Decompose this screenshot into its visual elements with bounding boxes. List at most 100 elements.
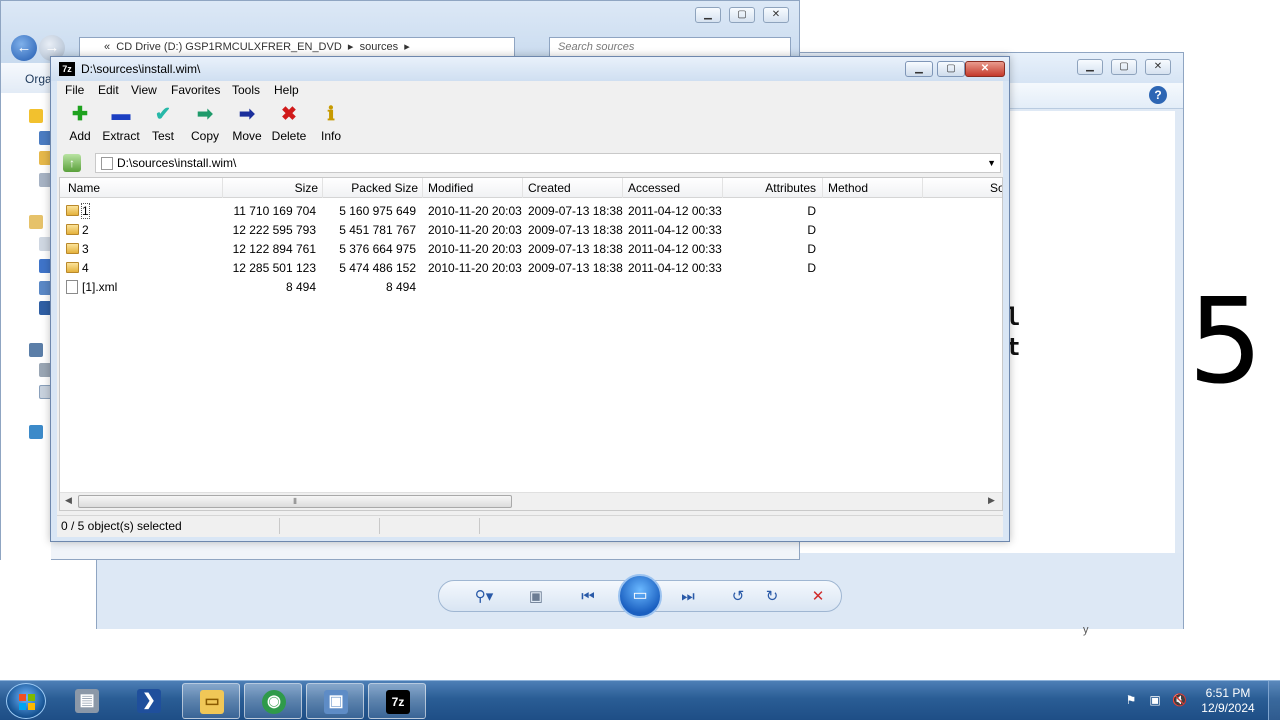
show-desktop-button[interactable] (1268, 681, 1280, 720)
column-solid[interactable]: So (990, 181, 1002, 195)
chevron-down-icon[interactable]: ▼ (987, 158, 996, 168)
table-row[interactable]: 1 11 710 169 704 5 160 975 649 2010-11-2… (60, 202, 1002, 221)
explorer-minimize-button[interactable]: ▁ (695, 7, 721, 23)
scroll-thumb[interactable]: ⦀ (78, 495, 512, 508)
table-row[interactable]: 4 12 285 501 123 5 474 486 152 2010-11-2… (60, 259, 1002, 278)
folder-icon: ▭ (200, 690, 224, 714)
minimize-button[interactable]: ▁ (905, 61, 933, 77)
action-center-flag-icon[interactable]: ⚑ (1124, 693, 1138, 707)
network-icon[interactable] (29, 425, 43, 439)
row-accessed: 2011-04-12 00:33 (628, 261, 722, 275)
clock[interactable]: 6:51 PM 12/9/2024 (1196, 686, 1260, 716)
scroll-left-icon[interactable]: ◀ (65, 495, 72, 506)
path-row: ↑ D:\sources\install.wim\ ▼ (57, 153, 1003, 173)
column-divider[interactable] (522, 178, 523, 198)
explorer-maximize-button[interactable]: ▢ (729, 7, 755, 23)
rotate-left-icon[interactable]: ↺ (727, 587, 749, 607)
row-created: 2009-07-13 18:38 (528, 223, 623, 237)
menu-favorites[interactable]: Favorites (171, 83, 220, 97)
copy-button[interactable]: ➡ Copy (182, 104, 228, 143)
table-row[interactable]: 2 12 222 595 793 5 451 781 767 2010-11-2… (60, 221, 1002, 240)
row-packed: 5 474 486 152 (339, 261, 416, 275)
menu-edit[interactable]: Edit (98, 83, 119, 97)
scroll-right-icon[interactable]: ▶ (988, 495, 995, 506)
delete-icon[interactable]: ✕ (807, 587, 829, 607)
start-button[interactable] (6, 683, 46, 719)
address-bar[interactable]: « CD Drive (D:) GSP1RMCULXFRER_EN_DVD ▸ … (79, 37, 515, 57)
maximize-button[interactable]: ▢ (937, 61, 965, 77)
column-divider[interactable] (922, 178, 923, 198)
horizontal-scrollbar[interactable]: ◀ ⦀ ▶ (60, 492, 1002, 510)
column-packed-size[interactable]: Packed Size (322, 181, 418, 195)
column-accessed[interactable]: Accessed (628, 181, 680, 195)
libraries-icon[interactable] (29, 215, 43, 229)
breadcrumb-separator[interactable]: ▸ (404, 41, 410, 53)
next-icon[interactable]: ⏭ (677, 587, 699, 607)
menu-tools[interactable]: Tools (232, 83, 260, 97)
column-created[interactable]: Created (528, 181, 571, 195)
extract-button[interactable]: ▬ Extract (98, 104, 144, 143)
actual-size-icon[interactable]: ▣ (525, 587, 547, 607)
rotate-right-icon[interactable]: ↻ (761, 587, 783, 607)
previous-icon[interactable]: ⏮ (577, 587, 599, 607)
move-button[interactable]: ➡ Move (224, 104, 270, 143)
table-row[interactable]: 3 12 122 894 761 5 376 664 975 2010-11-2… (60, 240, 1002, 259)
column-method[interactable]: Method (828, 181, 868, 195)
close-button[interactable]: ✕ (965, 61, 1005, 77)
explorer-close-button[interactable]: ✕ (763, 7, 789, 23)
file-list[interactable]: Name Size Packed Size Modified Created A… (59, 177, 1003, 511)
row-accessed: 2011-04-12 00:33 (628, 242, 722, 256)
clock-time: 6:51 PM (1205, 686, 1251, 700)
menu-help[interactable]: Help (274, 83, 299, 97)
taskbar: ▤ ❯ ▭ ◉ ▣ 7z ⚑ ▣ 🔇 6:51 PM 12/9/2024 (0, 680, 1280, 720)
path-text[interactable]: D:\sources\install.wim\ (117, 156, 236, 170)
taskbar-browser[interactable]: ◉ (244, 683, 302, 719)
viewer-maximize-button[interactable]: ▢ (1111, 59, 1137, 75)
7zip-logo-icon: 7z (59, 62, 75, 76)
column-attributes[interactable]: Attributes (722, 181, 816, 195)
row-size: 12 222 595 793 (232, 223, 316, 237)
help-icon[interactable]: ? (1149, 86, 1167, 104)
viewer-minimize-button[interactable]: ▁ (1077, 59, 1103, 75)
taskbar-explorer[interactable]: ▭ (182, 683, 240, 719)
back-icon[interactable]: ← (11, 35, 37, 61)
menu-view[interactable]: View (131, 83, 157, 97)
taskbar-7zip[interactable]: 7z (368, 683, 426, 719)
search-input[interactable]: Search sources (549, 37, 791, 57)
column-divider[interactable] (622, 178, 623, 198)
taskbar-powershell[interactable]: ❯ (120, 683, 178, 719)
menu-file[interactable]: File (65, 83, 84, 97)
delete-button[interactable]: ✖ Delete (266, 104, 312, 143)
info-button[interactable]: ℹ Info (308, 104, 354, 143)
breadcrumb-separator[interactable]: ▸ (348, 41, 354, 53)
table-row[interactable]: [1].xml 8 494 8 494 (60, 278, 1002, 297)
slideshow-button[interactable]: ▭ (618, 574, 662, 618)
viewer-close-button[interactable]: ✕ (1145, 59, 1171, 75)
add-button[interactable]: ✚ Add (57, 104, 103, 143)
taskbar-photo-viewer[interactable]: ▣ (306, 683, 364, 719)
taskbar-server-manager[interactable]: ▤ (58, 683, 116, 719)
column-divider[interactable] (422, 178, 423, 198)
computer-icon[interactable] (29, 343, 43, 357)
breadcrumb-overflow[interactable]: « (104, 41, 110, 53)
row-attributes: D (807, 261, 816, 275)
folder-icon (66, 205, 79, 216)
column-name[interactable]: Name (68, 181, 100, 195)
7zip-titlebar[interactable]: 7z D:\sources\install.wim\ ▁ ▢ ✕ (51, 57, 1009, 81)
breadcrumb-drive[interactable]: CD Drive (D:) GSP1RMCULXFRER_EN_DVD (116, 41, 342, 53)
row-modified: 2010-11-20 20:03 (428, 242, 522, 256)
folder-icon (66, 243, 79, 254)
minus-icon: ▬ (111, 104, 131, 125)
favorites-icon[interactable] (29, 109, 43, 123)
network-icon[interactable]: ▣ (1148, 693, 1162, 707)
path-combobox[interactable]: D:\sources\install.wim\ ▼ (95, 153, 1001, 173)
test-button[interactable]: ✔ Test (140, 104, 186, 143)
zoom-icon[interactable]: ⚲▾ (467, 587, 501, 607)
row-modified: 2010-11-20 20:03 (428, 223, 522, 237)
breadcrumb-sources[interactable]: sources (360, 41, 399, 53)
volume-muted-icon[interactable]: 🔇 (1172, 693, 1187, 707)
column-size[interactable]: Size (222, 181, 318, 195)
folder-up-icon[interactable]: ↑ (63, 154, 81, 172)
column-divider[interactable] (822, 178, 823, 198)
column-modified[interactable]: Modified (428, 181, 473, 195)
